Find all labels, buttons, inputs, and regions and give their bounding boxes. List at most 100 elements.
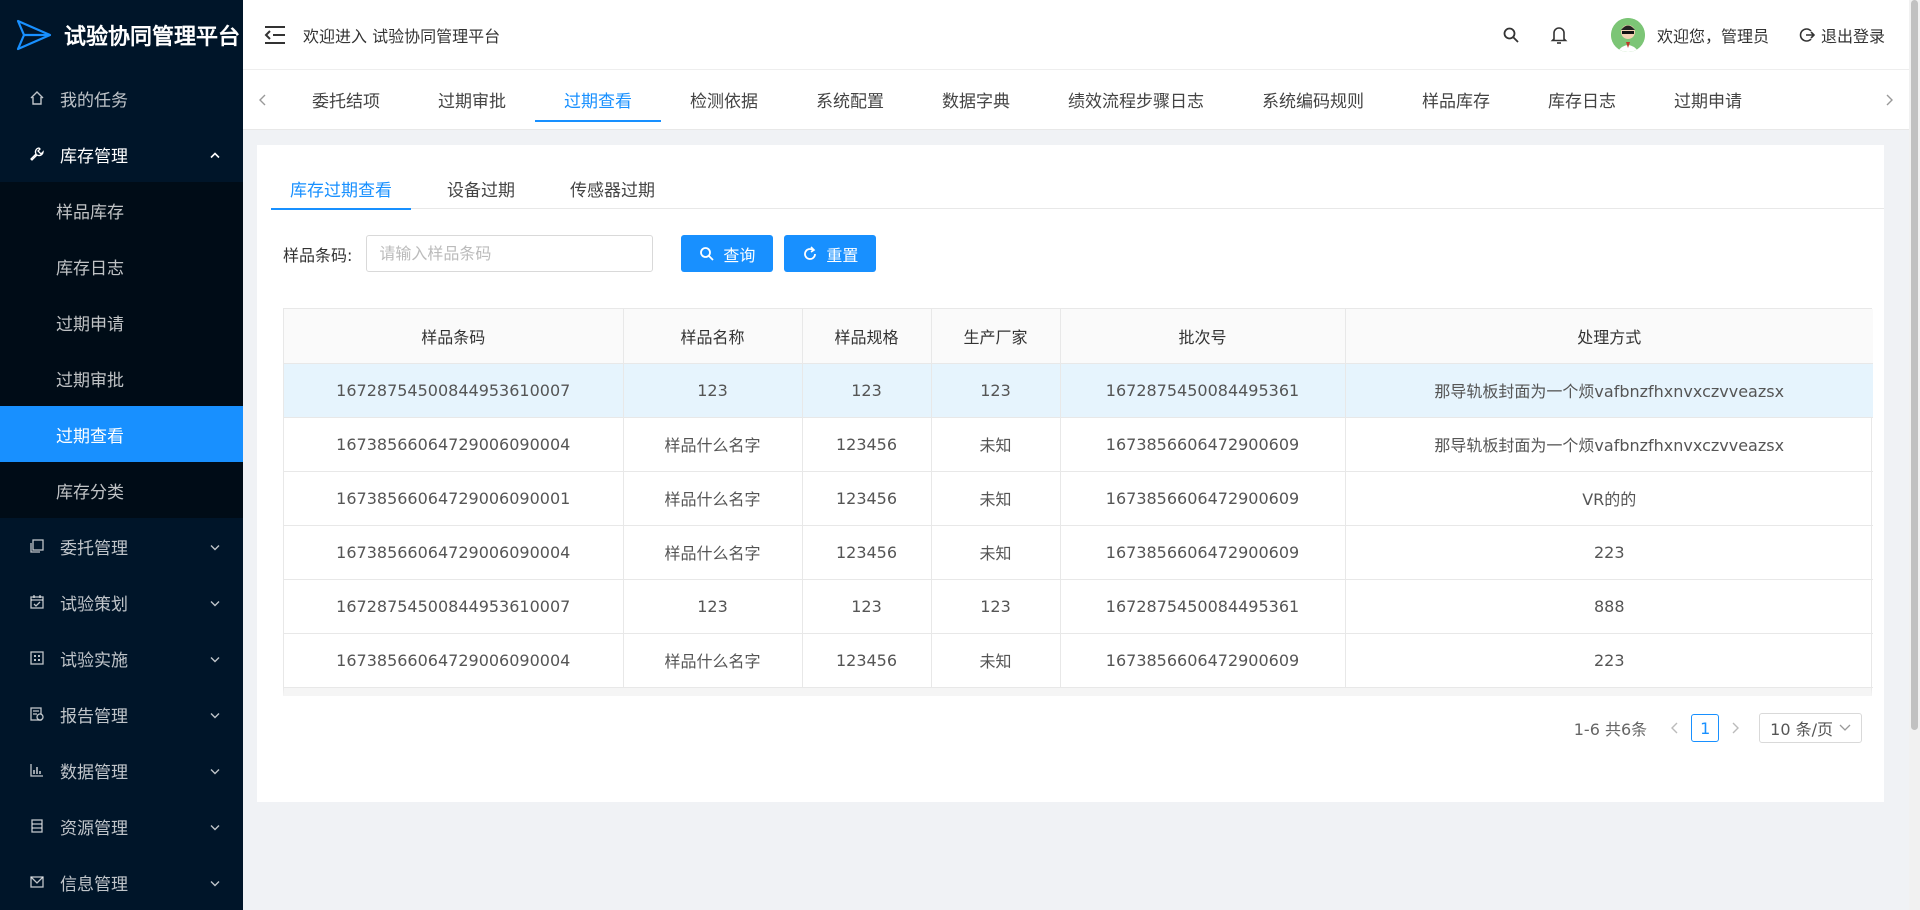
grid-icon [28, 649, 46, 667]
column-header[interactable]: 样品名称 [623, 309, 803, 364]
app-logo[interactable]: 试验协同管理平台 [0, 0, 243, 70]
inventory-submenu: 样品库存 库存日志 过期申请 过期审批 过期查看 库存分类 [0, 182, 243, 518]
page-size-value: 10 条/页 [1770, 720, 1833, 739]
reload-icon [804, 245, 817, 260]
sidebar-subitem-sample-stock[interactable]: 样品库存 [0, 182, 243, 238]
sidebar-item-commission[interactable]: 委托管理 [0, 518, 243, 574]
inner-tabs: 库存过期查看 设备过期 传感器过期 [271, 167, 1884, 210]
prev-page-icon[interactable] [1663, 714, 1687, 742]
table-cell: 888 [1345, 579, 1873, 634]
tab-test-basis[interactable]: 检测依据 [661, 70, 787, 130]
sidebar-subitem-stock-log[interactable]: 库存日志 [0, 238, 243, 294]
page-number[interactable]: 1 [1691, 714, 1720, 742]
sidebar-subitem-label: 过期申请 [56, 314, 124, 335]
sidebar-subitem-expiry-view[interactable]: 过期查看 [0, 406, 243, 462]
sidebar-item-label: 我的任务 [60, 90, 128, 111]
query-button[interactable]: 查询 [681, 235, 774, 272]
chevron-down-icon [209, 537, 221, 556]
sidebar-item-test-execution[interactable]: 试验实施 [0, 630, 243, 686]
wrench-icon [28, 145, 46, 163]
tab-data-dictionary[interactable]: 数据字典 [913, 70, 1039, 130]
page-scrollbar[interactable] [1909, 0, 1920, 910]
column-header[interactable]: 样品规格 [802, 309, 932, 364]
sidebar-subitem-label: 过期审批 [56, 370, 124, 391]
menu-fold-icon[interactable] [263, 23, 287, 47]
bell-icon[interactable] [1549, 25, 1569, 45]
bar-chart-icon [28, 761, 46, 779]
sidebar-item-info[interactable]: 信息管理 [0, 854, 243, 910]
chevron-up-icon [209, 145, 221, 164]
tab-commission-close[interactable]: 委托结项 [283, 70, 409, 130]
page-tabs-bar: 委托结项 过期审批 过期查看 检测依据 系统配置 数据字典 绩效流程步骤日志 系… [243, 70, 1909, 130]
sidebar-subitem-expiry-approve[interactable]: 过期审批 [0, 350, 243, 406]
tab-code-rules[interactable]: 系统编码规则 [1233, 70, 1393, 130]
tab-system-config[interactable]: 系统配置 [787, 70, 913, 130]
database-icon [28, 817, 46, 835]
tab-equipment-expiry[interactable]: 设备过期 [428, 167, 534, 209]
sidebar: 试验协同管理平台 我的任务 库存管理 样品库存 库存日志 过期申请 过期审批 过… [0, 0, 243, 910]
sidebar-item-data[interactable]: 数据管理 [0, 742, 243, 798]
table-row[interactable]: 16728754500844953610007 123 123 123 1672… [284, 579, 1873, 634]
tab-expiry-apply[interactable]: 过期申请 [1645, 70, 1771, 130]
tab-sensor-expiry[interactable]: 传感器过期 [551, 167, 674, 209]
table-cell: 那导轨板封面为一个烦vafbnzfhxnvxczvveazsx [1345, 417, 1873, 472]
tabs-scroll-left-icon[interactable] [243, 70, 283, 130]
sidebar-item-my-tasks[interactable]: 我的任务 [0, 70, 243, 126]
table-cell: 未知 [931, 525, 1061, 580]
sidebar-item-test-planning[interactable]: 试验策划 [0, 574, 243, 630]
sidebar-subitem-label: 库存分类 [56, 482, 124, 503]
tab-expiry-view[interactable]: 过期查看 [535, 70, 661, 130]
top-header: 欢迎进入 试验协同管理平台 欢迎您，管理员 退出登录 [243, 0, 1909, 70]
welcome-text: 欢迎进入 试验协同管理平台 [303, 26, 501, 46]
table-cell: 1673856606472900609 [1060, 417, 1346, 472]
sidebar-item-resource[interactable]: 资源管理 [0, 798, 243, 854]
tab-perf-flow-log[interactable]: 绩效流程步骤日志 [1039, 70, 1233, 130]
table-row[interactable]: 16738566064729006090004 样品什么名字 123456 未知… [284, 633, 1873, 688]
scrollbar-thumb[interactable] [1911, 0, 1918, 730]
sidebar-subitem-stock-category[interactable]: 库存分类 [0, 462, 243, 518]
table-cell: 223 [1345, 633, 1873, 688]
avatar[interactable] [1610, 17, 1645, 52]
table-cell: 123456 [802, 471, 932, 526]
reset-button[interactable]: 重置 [784, 235, 877, 272]
tabs-scroll-right-icon[interactable] [1869, 70, 1909, 130]
search-icon[interactable] [1501, 25, 1521, 45]
logout-label: 退出登录 [1820, 26, 1885, 46]
sidebar-item-label: 报告管理 [60, 706, 128, 727]
page-size-select[interactable]: 10 条/页 [1759, 713, 1862, 743]
sidebar-subitem-expiry-apply[interactable]: 过期申请 [0, 294, 243, 350]
table-cell: 未知 [931, 633, 1061, 688]
table-cell: 16738566064729006090004 [284, 417, 624, 472]
sidebar-item-label: 库存管理 [60, 146, 128, 167]
column-header[interactable]: 处理方式 [1345, 309, 1873, 364]
sidebar-item-report[interactable]: 报告管理 [0, 686, 243, 742]
sidebar-item-label: 信息管理 [60, 874, 128, 895]
column-header[interactable]: 批次号 [1060, 309, 1346, 364]
table-row[interactable]: 16728754500844953610007 123 123 123 1672… [284, 363, 1873, 418]
table-cell: 123 [931, 579, 1061, 634]
tab-expiry-approve[interactable]: 过期审批 [409, 70, 535, 130]
table-row[interactable]: 16738566064729006090001 样品什么名字 123456 未知… [284, 471, 1873, 526]
table-cell: 1673856606472900609 [1060, 525, 1346, 580]
tab-stock-expiry-view[interactable]: 库存过期查看 [271, 167, 411, 210]
table-cell: 123456 [802, 525, 932, 580]
table-cell: 样品什么名字 [623, 471, 803, 526]
tab-stock-log[interactable]: 库存日志 [1519, 70, 1645, 130]
mail-icon [28, 873, 46, 891]
user-greeting[interactable]: 欢迎您，管理员 [1657, 23, 1769, 47]
chevron-down-icon [209, 649, 221, 668]
table-cell: 未知 [931, 417, 1061, 472]
table-cell: VR的的 [1345, 471, 1873, 526]
chevron-down-icon [209, 705, 221, 724]
copy-icon [28, 537, 46, 555]
next-page-icon[interactable] [1723, 714, 1747, 742]
table-cell: 123 [802, 579, 932, 634]
sample-barcode-input[interactable] [366, 235, 654, 272]
column-header[interactable]: 样品条码 [284, 309, 624, 364]
table-row[interactable]: 16738566064729006090004 样品什么名字 123456 未知… [284, 525, 1873, 580]
column-header[interactable]: 生产厂家 [931, 309, 1061, 364]
sidebar-item-inventory[interactable]: 库存管理 [0, 126, 243, 182]
table-row[interactable]: 16738566064729006090004 样品什么名字 123456 未知… [284, 417, 1873, 472]
logout-button[interactable]: 退出登录 [1799, 23, 1885, 47]
tab-sample-stock[interactable]: 样品库存 [1393, 70, 1519, 130]
